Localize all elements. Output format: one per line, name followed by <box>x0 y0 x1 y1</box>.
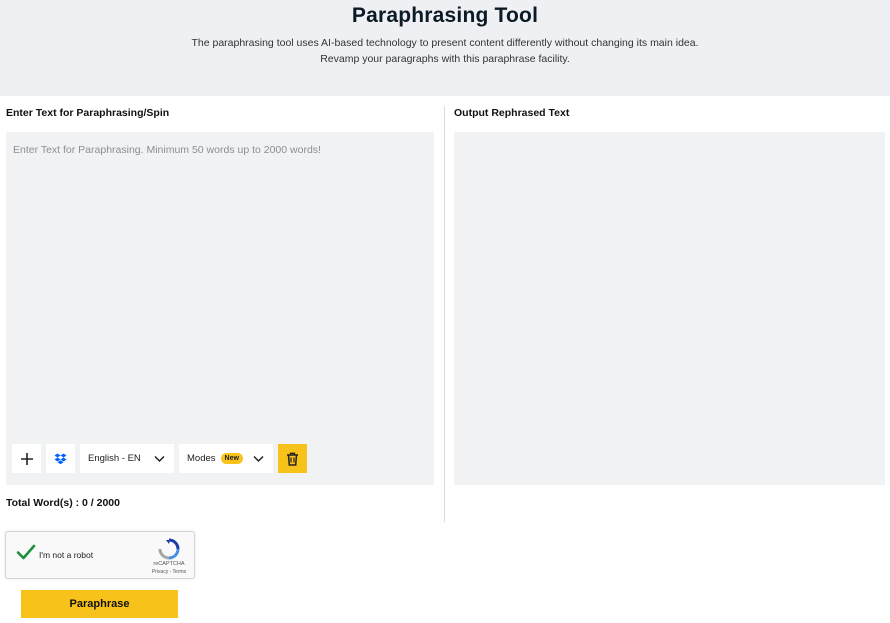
page-title: Paraphrasing Tool <box>351 4 539 27</box>
input-panel: English - EN Modes New <box>6 132 434 485</box>
dropbox-button[interactable] <box>46 444 75 473</box>
recaptcha-brand: reCAPTCHA <box>153 561 185 567</box>
checkmark-icon <box>16 544 36 560</box>
page-description: The paraphrasing tool uses AI-based tech… <box>191 37 699 65</box>
output-panel <box>454 132 885 485</box>
page-header: Paraphrasing Tool The paraphrasing tool … <box>0 0 890 96</box>
paraphrase-button[interactable]: Paraphrase <box>21 590 178 618</box>
new-badge: New <box>220 453 243 464</box>
captcha-label: I'm not a robot <box>39 550 94 560</box>
dropbox-icon <box>54 453 67 464</box>
plus-icon <box>20 452 33 465</box>
language-value: English - EN <box>88 453 141 464</box>
chevron-down-icon <box>253 455 264 463</box>
modes-select[interactable]: Modes New <box>179 444 273 473</box>
recaptcha-links[interactable]: Privacy - Terms <box>146 569 192 575</box>
input-textarea[interactable] <box>6 132 434 432</box>
output-label: Output Rephrased Text <box>454 107 570 119</box>
word-count: Total Word(s) : 0 / 2000 <box>6 497 120 509</box>
language-select[interactable]: English - EN <box>80 444 174 473</box>
chevron-down-icon <box>154 455 165 463</box>
add-file-button[interactable] <box>12 444 41 473</box>
clear-text-button[interactable] <box>278 444 307 473</box>
input-label: Enter Text for Paraphrasing/Spin <box>6 107 170 119</box>
captcha-checkbox[interactable] <box>16 544 36 565</box>
column-divider <box>444 106 445 522</box>
modes-label: Modes <box>187 453 216 464</box>
recaptcha-widget: I'm not a robot reCAPTCHA Privacy - Term… <box>5 531 195 579</box>
trash-icon <box>287 452 298 466</box>
